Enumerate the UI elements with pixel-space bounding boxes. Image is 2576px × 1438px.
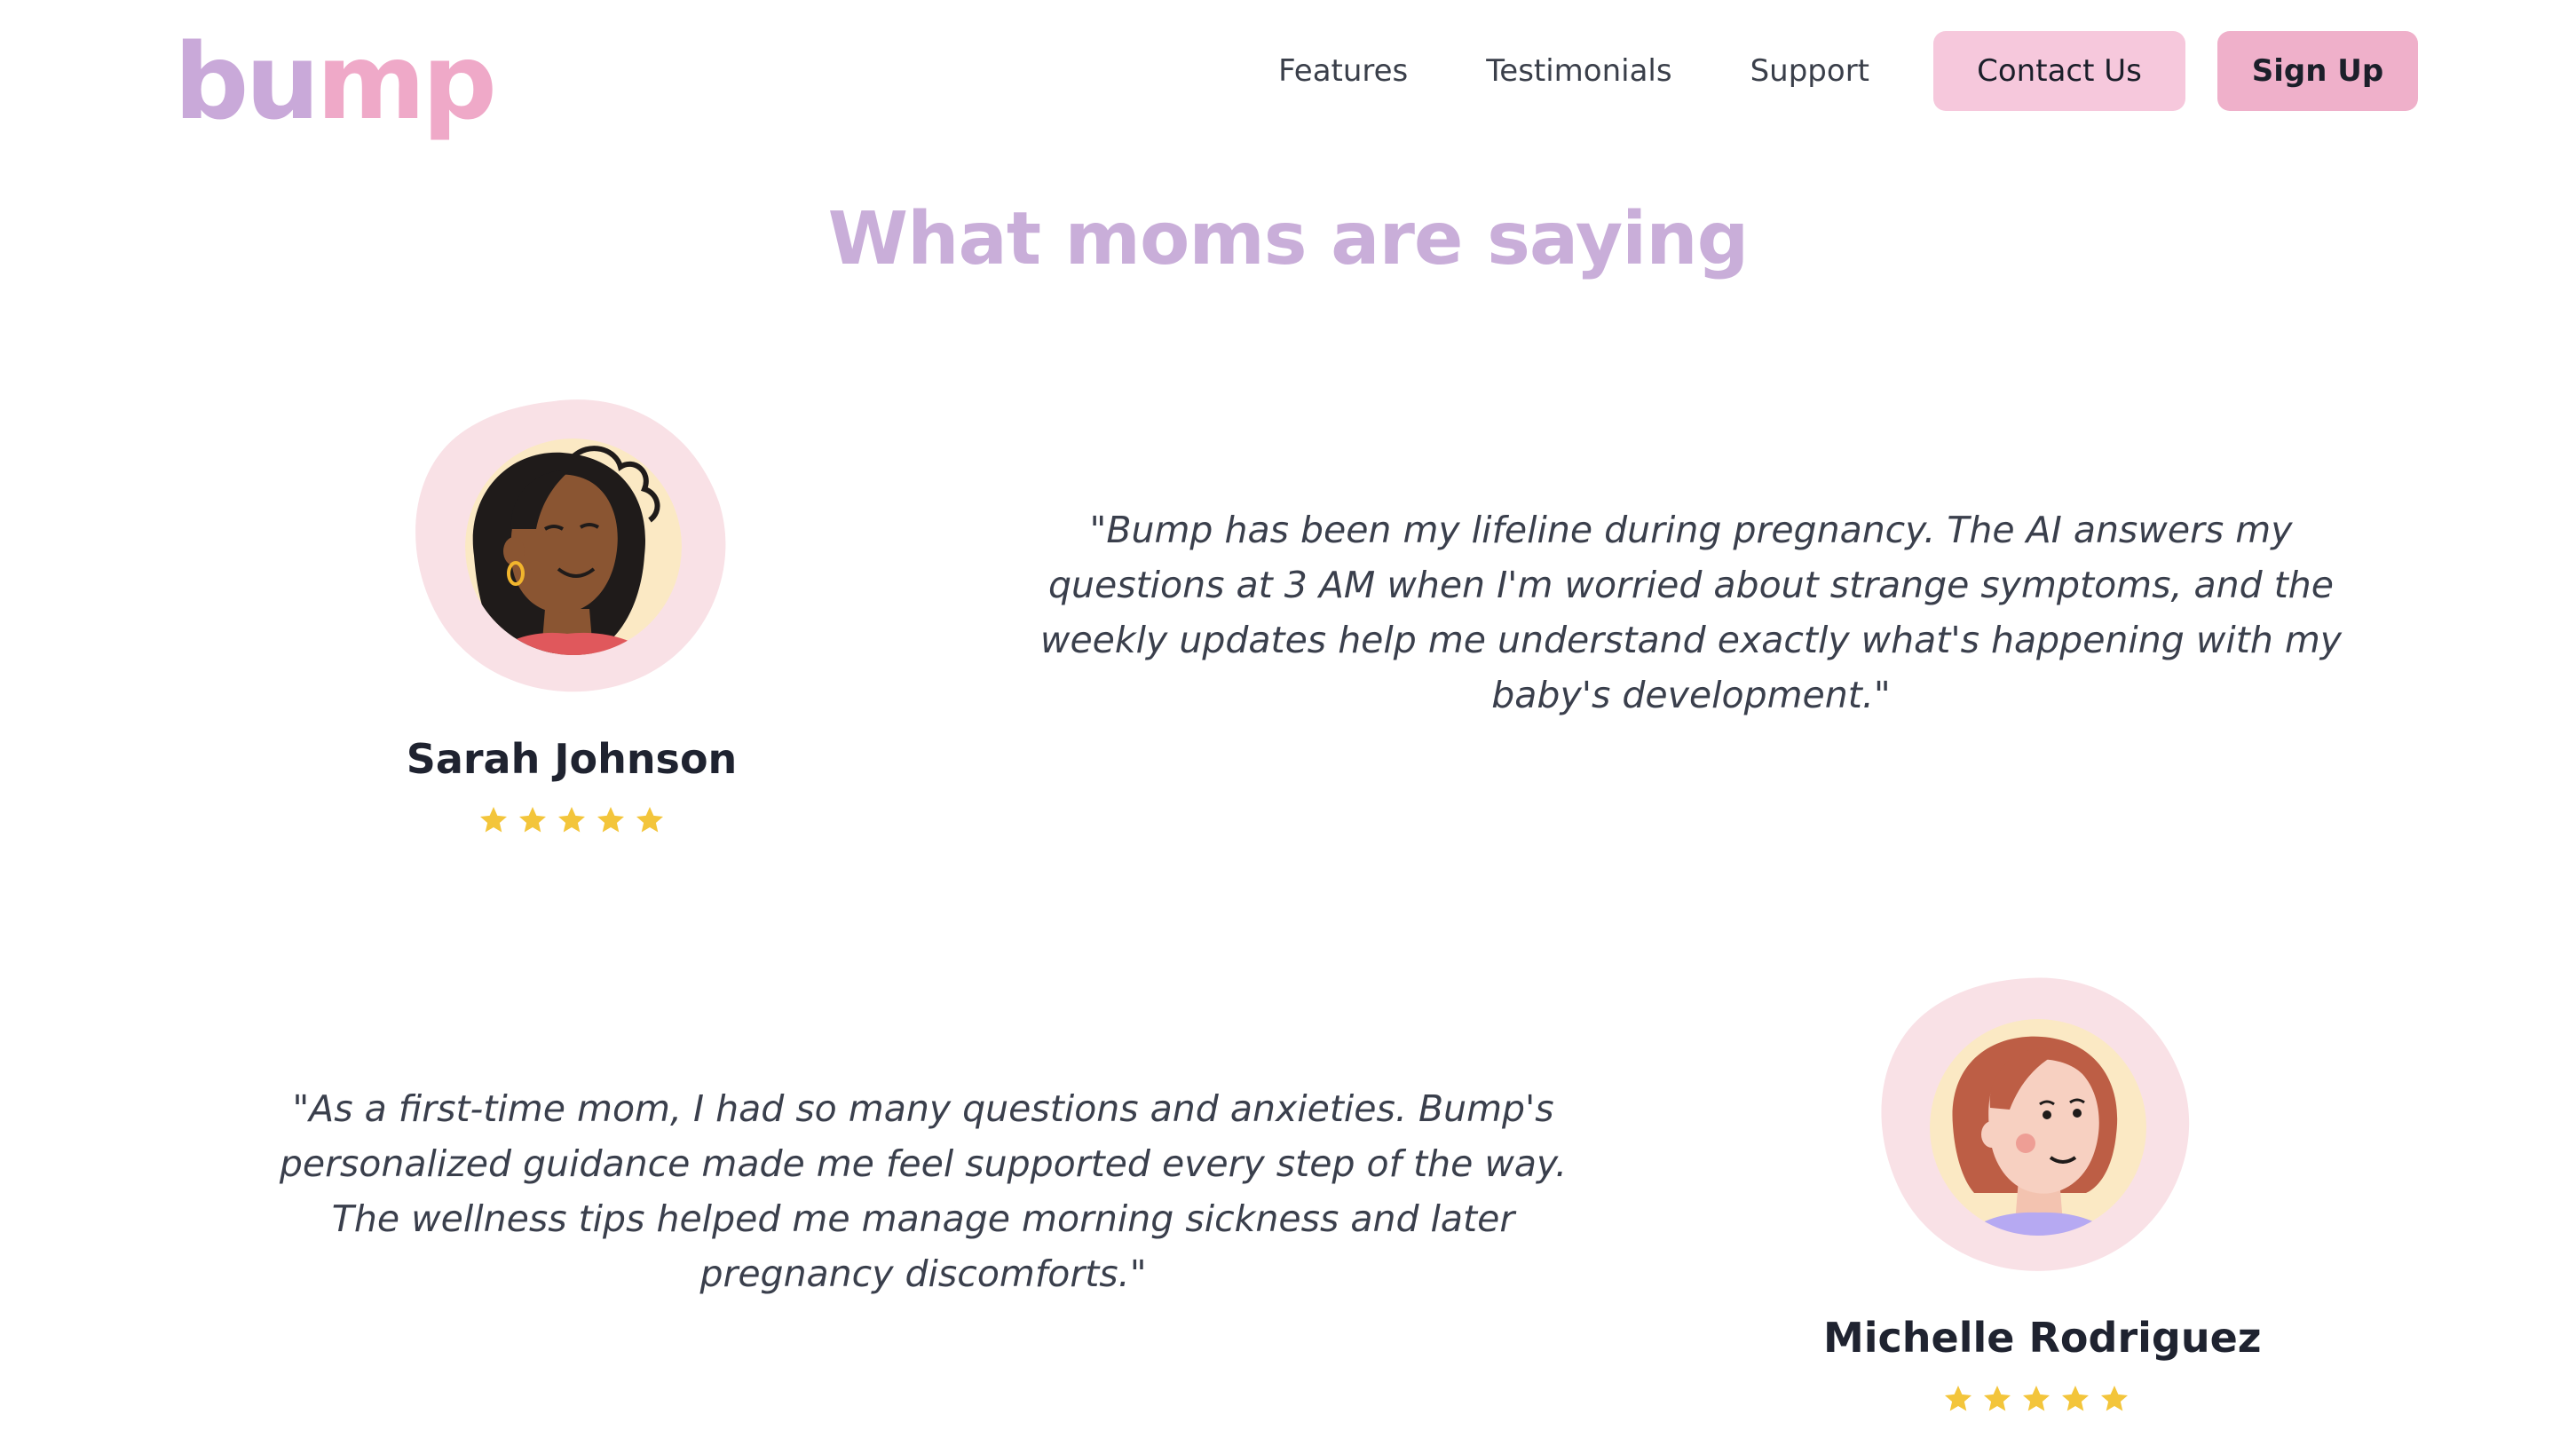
testimonials-page: bump Features Testimonials Support Conta…: [0, 0, 2576, 1438]
star-icon: [558, 807, 585, 833]
bump-logo[interactable]: bump: [174, 20, 497, 144]
sarah-avatar: [412, 396, 731, 698]
nav-testimonials-link[interactable]: Testimonials: [1486, 53, 1671, 89]
star-icon: [1984, 1386, 2011, 1411]
main-nav: Features Testimonials Support Contact Us…: [1278, 31, 2418, 111]
rating-stars: [394, 804, 749, 836]
testimonial-quote: "As a first-time mom, I had so many ques…: [279, 1087, 1568, 1295]
nav-support-link[interactable]: Support: [1750, 53, 1869, 89]
star-icon: [480, 807, 507, 833]
contact-us-button[interactable]: Contact Us: [1933, 31, 2185, 111]
star-icon: [597, 807, 624, 833]
star-icon: [2101, 1386, 2128, 1411]
star-icon: [2062, 1386, 2089, 1411]
rating-stars: [1823, 1383, 2249, 1415]
star-icon: [519, 807, 546, 833]
michelle-avatar: [1877, 975, 2196, 1276]
testimonial-name: Sarah Johnson: [406, 735, 738, 783]
sign-up-button[interactable]: Sign Up: [2217, 31, 2418, 111]
star-icon: [636, 807, 663, 833]
nav-features-link[interactable]: Features: [1278, 53, 1408, 89]
star-icon: [1945, 1386, 1972, 1411]
section-title: What moms are saying: [827, 197, 1750, 281]
testimonial-quote: "Bump has been my lifeline during pregna…: [1039, 509, 2343, 716]
star-icon: [2023, 1386, 2050, 1411]
testimonial-name: Michelle Rodriguez: [1823, 1314, 2262, 1362]
